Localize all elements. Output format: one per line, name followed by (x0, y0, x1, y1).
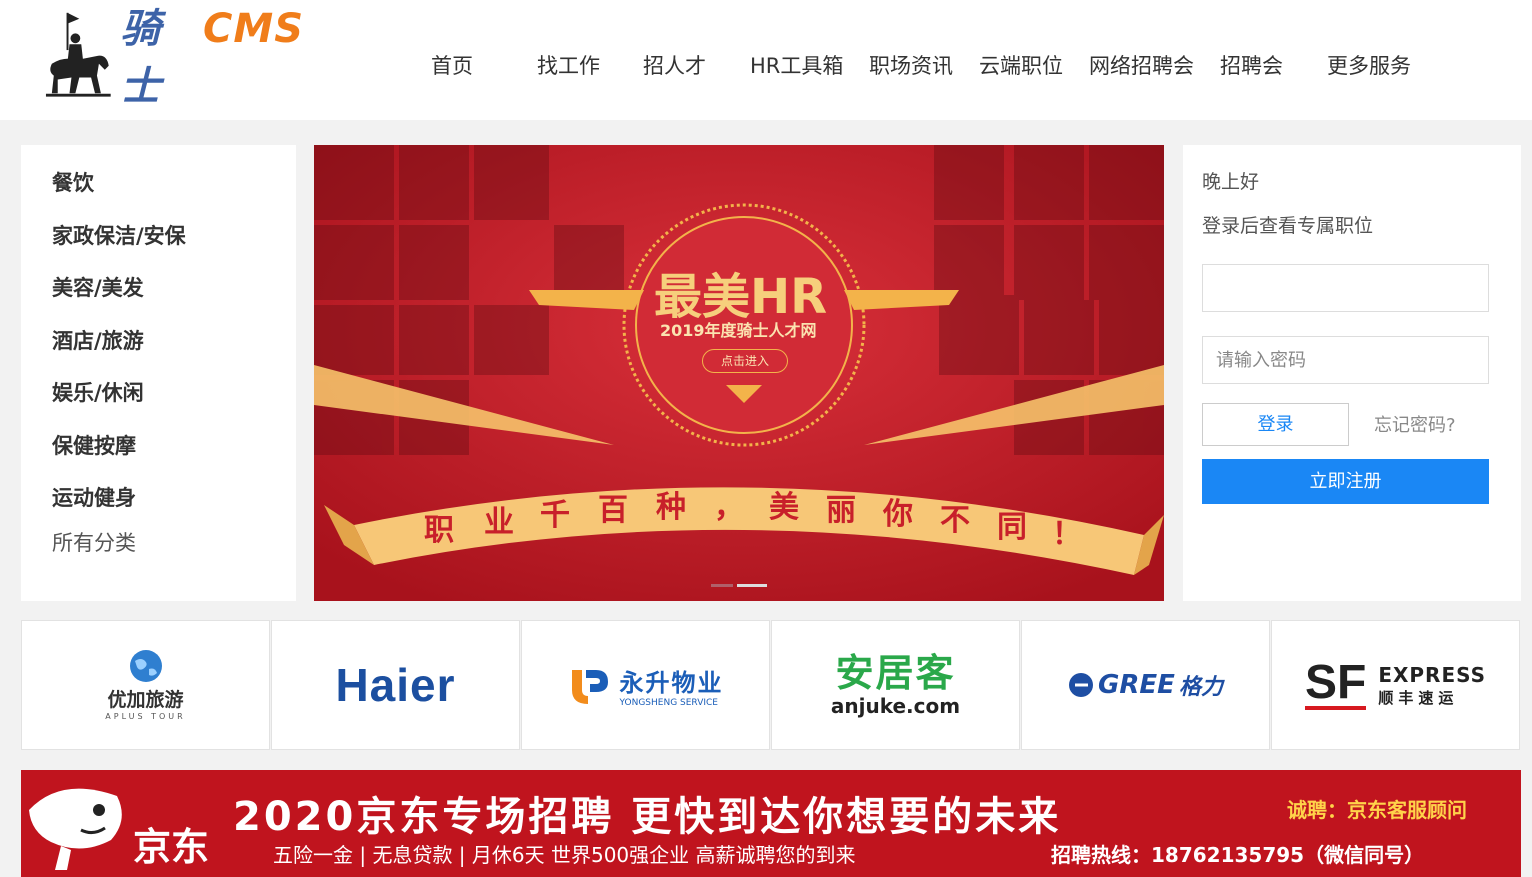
greeting-text: 晚上好 (1202, 171, 1260, 193)
slogan-char: 种 (656, 490, 686, 525)
slogan-char: 不 (940, 503, 970, 538)
partner-logo-anjuke[interactable]: 安居客 anjuke.com (771, 620, 1020, 750)
globe-icon (129, 650, 162, 682)
ad-hotline: 招聘热线：18762135795（微信同号） (1051, 843, 1425, 867)
ad-benefits: 五险一金 | 无息贷款 | 月休6天 世界500强企业 高薪诚聘您的到来 (273, 843, 856, 867)
gree-logo: GREE 格力 (1068, 669, 1223, 701)
nav-recruit[interactable]: 招人才 (643, 50, 706, 80)
sf-text: EXPRESS 顺丰速运 (1378, 663, 1486, 708)
logo-text-cn: 骑士 (120, 6, 162, 110)
slogan-char: 业 (484, 505, 514, 540)
partner-sub: anjuke.com (830, 694, 961, 718)
slogan-char: 职 (424, 513, 454, 548)
partner-logo-gree[interactable]: GREE 格力 (1021, 620, 1270, 750)
partner-logo-haier[interactable]: Haier (271, 620, 520, 750)
partner-logo-yongsheng[interactable]: 永升物业 YONGSHENG SERVICE (521, 620, 770, 750)
sf-logo: SF EXPRESS 顺丰速运 (1304, 656, 1486, 710)
partner-name: 优加旅游 (107, 689, 184, 711)
partner-name: 永升物业 (619, 668, 724, 697)
nav-online-fair[interactable]: 网络招聘会 (1089, 50, 1194, 80)
nav-home[interactable]: 首页 (431, 50, 473, 80)
banner-slogan: 职 业 千 百 种 ， 美 丽 你 不 同 ！ (314, 145, 1164, 601)
password-input[interactable] (1202, 336, 1489, 384)
site-header: 骑士 CMS 首页 找工作 招人才 HR工具箱 职场资讯 云端职位 网络招聘会 … (0, 0, 1532, 120)
yongsheng-icon (571, 670, 608, 704)
carousel-dot[interactable] (711, 584, 733, 587)
partner-name: 安居客 (835, 651, 956, 695)
knight-icon (45, 12, 111, 97)
slogan-char: 美 (769, 490, 799, 525)
category-panel: 餐饮 家政保洁/安保 美容/美发 酒店/旅游 娱乐/休闲 保健按摩 运动健身 所… (21, 145, 296, 601)
nav-career-news[interactable]: 职场资讯 (869, 50, 953, 80)
partner-name: GREE (1098, 670, 1175, 700)
partner-logo-sf[interactable]: SF EXPRESS 顺丰速运 (1271, 620, 1520, 750)
category-item[interactable]: 家政保洁/安保 (52, 220, 186, 250)
logo-text-en: CMS (203, 6, 304, 52)
category-item[interactable]: 酒店/旅游 (52, 325, 144, 355)
ad-title: 2020京东专场招聘 更快到达你想要的未来 (233, 794, 1062, 840)
partner-name: EXPRESS (1378, 662, 1487, 687)
anjuke-logo: 安居客 anjuke.com (831, 652, 960, 718)
category-item[interactable]: 保健按摩 (52, 430, 136, 460)
slogan-char: 丽 (826, 493, 856, 528)
forgot-password-link[interactable]: 忘记密码? (1374, 411, 1456, 437)
nav-cloud-jobs[interactable]: 云端职位 (979, 50, 1063, 80)
partner-name: Haier (335, 659, 456, 711)
slogan-char: 你 (883, 497, 913, 532)
jd-dog-mascot (29, 788, 122, 870)
nav-find-job[interactable]: 找工作 (537, 50, 600, 80)
category-item[interactable]: 运动健身 (52, 482, 136, 512)
login-button[interactable]: 登录 (1202, 403, 1349, 446)
partner-sub: APLUS TOUR (105, 712, 186, 721)
username-input[interactable] (1202, 264, 1489, 312)
ad-position: 诚聘：京东客服顾问 (1287, 798, 1467, 822)
slogan-char: 同 (997, 510, 1027, 545)
yongsheng-logo: 永升物业 YONGSHENG SERVICE (568, 663, 724, 708)
slogan-char: 千 (540, 498, 570, 533)
category-item[interactable]: 娱乐/休闲 (52, 377, 144, 407)
partner-logo-aplus[interactable]: 优加旅游 APLUS TOUR (21, 620, 270, 750)
aplus-logo: 优加旅游 APLUS TOUR (105, 649, 185, 721)
partner-mark: SF (1304, 656, 1367, 710)
nav-job-fair[interactable]: 招聘会 (1220, 50, 1283, 80)
logo-wordmark: 骑士 CMS (121, 0, 304, 112)
partner-sub: YONGSHENG SERVICE (619, 697, 718, 708)
category-item[interactable]: 餐饮 (52, 167, 94, 197)
yongsheng-text: 永升物业 YONGSHENG SERVICE (620, 663, 724, 708)
jd-recruitment-ad[interactable]: 京东 2020京东专场招聘 更快到达你想要的未来 诚聘：京东客服顾问 五险一金 … (21, 770, 1521, 877)
nav-more-services[interactable]: 更多服务 (1327, 50, 1411, 80)
login-panel: 晚上好 登录后查看专属职位 登录 忘记密码? 立即注册 (1183, 145, 1521, 601)
login-hint: 登录后查看专属职位 (1202, 215, 1374, 237)
slogan-char: 百 (598, 493, 628, 528)
site-logo[interactable]: 骑士 CMS (44, 6, 304, 110)
partner-sub: 顺丰速运 (1378, 688, 1459, 707)
hero-banner[interactable]: 最美HR 2019年度骑士人才网 点击进入 职 业 千 百 种 ， 美 丽 你 … (314, 145, 1164, 601)
slogan-char: ！ (1052, 517, 1082, 552)
ad-brand: 京东 (133, 825, 210, 869)
carousel-dot-active[interactable] (737, 584, 767, 587)
slogan-char: ， (714, 490, 744, 525)
gree-icon (1069, 673, 1094, 697)
category-item[interactable]: 美容/美发 (52, 272, 144, 302)
all-categories-link[interactable]: 所有分类 (52, 527, 136, 557)
nav-hr-toolbox[interactable]: HR工具箱 (750, 50, 843, 80)
partner-sub: 格力 (1178, 675, 1223, 700)
register-button[interactable]: 立即注册 (1202, 459, 1489, 504)
